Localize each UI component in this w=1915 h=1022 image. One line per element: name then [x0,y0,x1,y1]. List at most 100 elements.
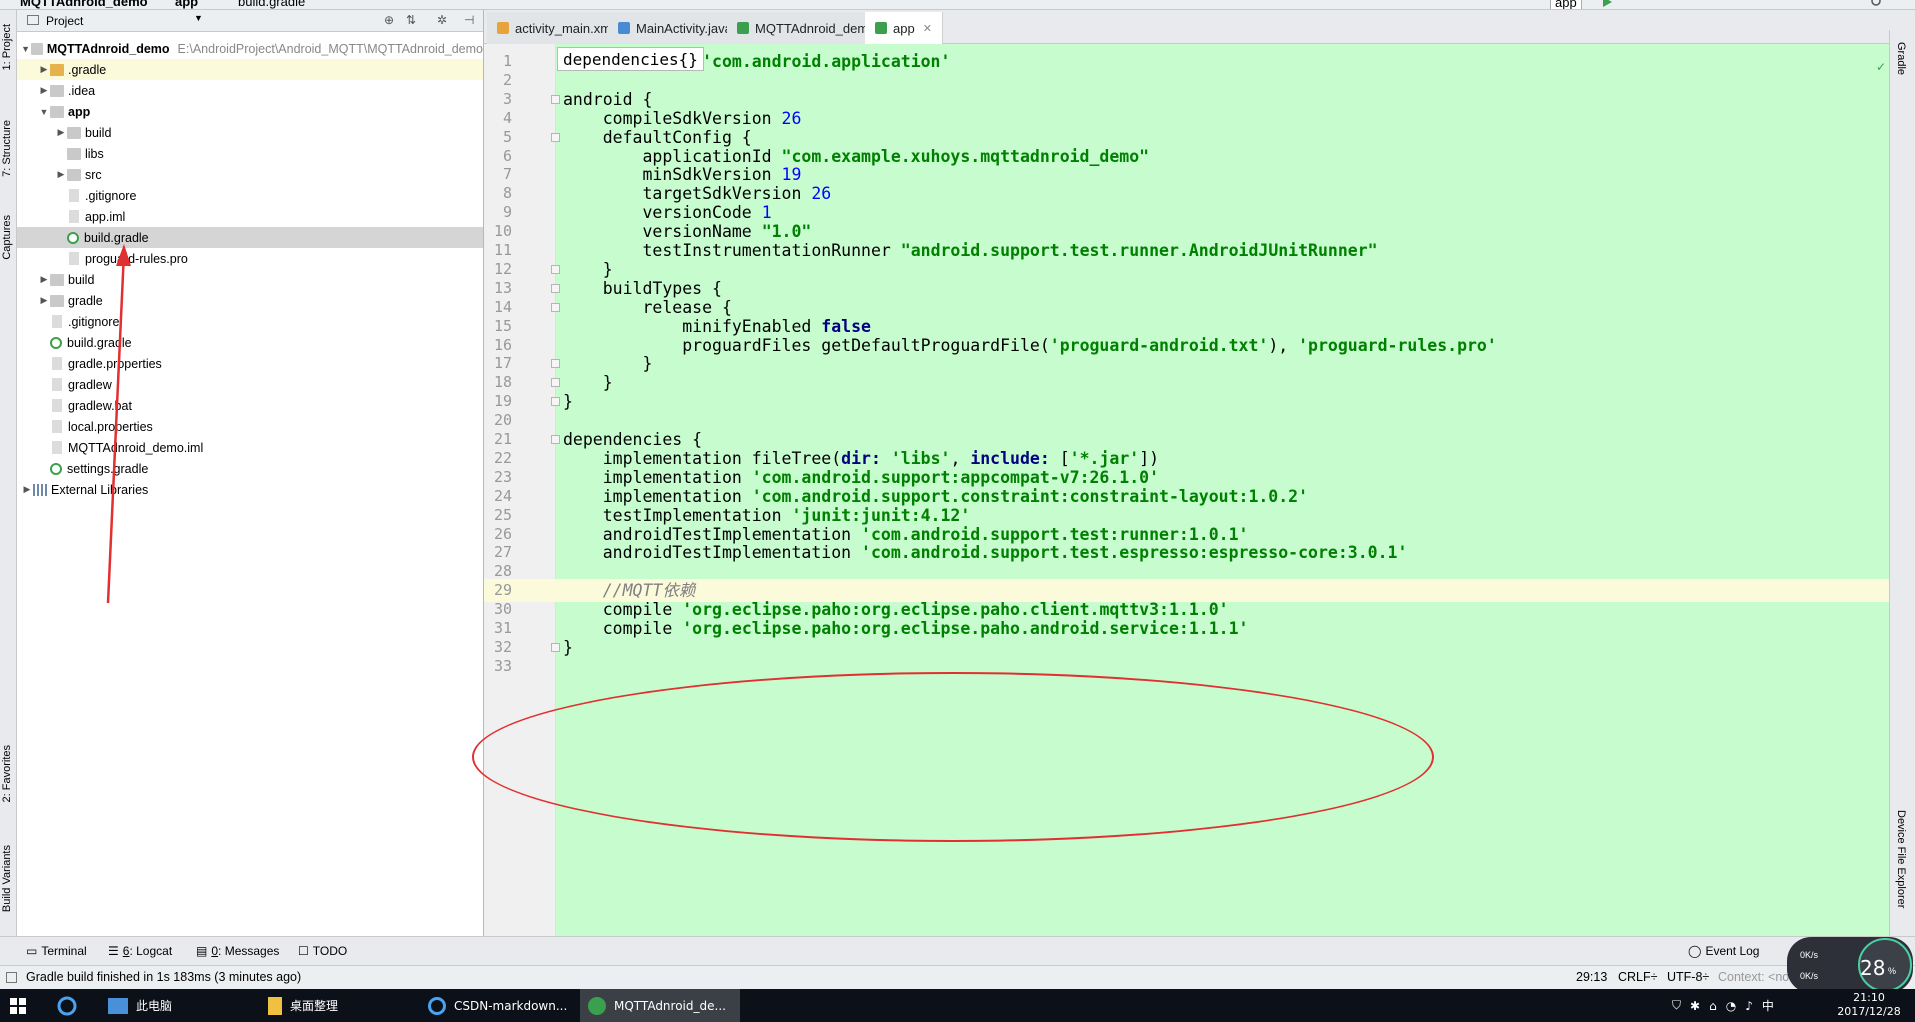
check-icon: ✓ [1876,60,1887,74]
folder-icon [50,84,64,97]
tree-item[interactable]: MQTTAdnroid_demo.iml [17,437,483,458]
tab-messages[interactable]: ▤ 0: Messages [196,944,279,958]
nav-project[interactable]: MQTTAdnroid_demo [20,0,148,9]
tree-item[interactable]: ▼ MQTTAdnroid_demo E:\AndroidProject\Andro… [17,38,483,59]
tree-item[interactable]: ▶ External Libraries [17,479,483,500]
tree-item[interactable]: .gitignore [17,311,483,332]
tree-item[interactable]: libs [17,143,483,164]
navigation-bar: MQTTAdnroid_demo app build.gradle app [0,0,1915,10]
collapse-arrow-icon[interactable]: ▶ [38,274,50,285]
fold-marker-icon[interactable] [551,264,560,274]
shield-icon[interactable]: ⛉ [1672,998,1681,1013]
file-icon [52,378,62,391]
collapse-icon[interactable]: ⇅ [406,13,416,27]
tree-item[interactable]: ▶ .gradle [17,59,483,80]
hide-icon[interactable]: ⊣ [464,13,474,27]
tree-item[interactable]: gradlew [17,374,483,395]
bluetooth-icon[interactable]: ✱ [1690,999,1700,1013]
fold-marker-icon[interactable] [551,132,560,142]
fold-marker-icon[interactable] [551,283,560,293]
tree-item[interactable]: app.iml [17,206,483,227]
folder-icon [67,126,81,139]
network-meter [1787,937,1913,993]
tab-project[interactable]: 1: Project [1,24,13,70]
collapse-arrow-icon[interactable]: ▶ [38,64,50,75]
tree-item[interactable]: ▼ app [17,101,483,122]
messages-icon: ▤ [196,944,208,958]
caret-position[interactable]: 29:13 [1576,970,1607,984]
fold-marker-icon[interactable] [551,302,560,312]
collapse-arrow-icon[interactable]: ▶ [38,295,50,306]
tab-structure[interactable]: 7: Structure [1,120,13,177]
taskbar-item-browser[interactable]: CSDN-markdown... [420,989,575,1022]
gradle-icon [50,462,62,475]
clock[interactable]: 21:10 2017/12/28 [1832,991,1906,1019]
fold-marker-icon[interactable] [551,378,560,388]
tree-item[interactable]: gradlew.bat [17,395,483,416]
fold-marker-icon[interactable] [551,94,560,104]
tab-gradle[interactable]: Gradle [1895,42,1907,75]
collapse-arrow-icon[interactable]: ▶ [38,85,50,96]
network-icon[interactable]: ⌂ [1709,999,1717,1013]
file-type-icon [618,22,630,34]
status-message[interactable]: Gradle build finished in 1s 183ms (3 min… [26,970,301,984]
fold-marker-icon[interactable] [551,397,560,407]
tab-device-file-explorer[interactable]: Device File Explorer [1895,810,1907,908]
close-icon[interactable]: ✕ [923,22,932,35]
tab-todo[interactable]: ☐ TODO [298,944,347,958]
fold-marker-icon[interactable] [551,642,560,652]
ime-indicator[interactable]: 中 [1762,997,1774,1014]
tree-item[interactable]: gradle.properties [17,353,483,374]
project-view-label[interactable]: Project [46,14,83,28]
file-encoding[interactable]: UTF-8÷ [1667,970,1709,984]
tab-favorites[interactable]: 2: Favorites [1,745,13,802]
taskbar-item-computer[interactable]: 此电脑 [100,989,180,1022]
file-type-icon [497,22,509,34]
tree-item-label: .gitignore [85,188,137,203]
tree-item[interactable]: proguard-rules.pro [17,248,483,269]
event-log-button[interactable]: ◯ Event Log [1688,944,1759,958]
wifi-icon[interactable]: ◔ [1726,999,1736,1013]
expand-arrow-icon[interactable]: ▼ [20,44,30,54]
taskbar-item-desktop[interactable]: 桌面整理 [260,989,346,1022]
tree-item[interactable]: settings.gradle [17,458,483,479]
gear-icon[interactable]: ✲ [437,13,447,27]
fold-marker-icon[interactable] [551,359,560,369]
sync-icon[interactable]: ⊕ [384,13,394,27]
run-icon[interactable] [1600,0,1614,9]
fold-marker-icon[interactable] [551,435,560,444]
tab-build-variants[interactable]: Build Variants [1,845,13,912]
chevron-down-icon[interactable]: ▼ [194,13,203,23]
tree-item[interactable]: ▶ gradle [17,290,483,311]
run-config-select[interactable]: app [1550,0,1582,9]
line-separator[interactable]: CRLF÷ [1618,970,1658,984]
collapse-arrow-icon[interactable]: ▶ [21,484,33,495]
tree-item[interactable]: ▶ build [17,269,483,290]
tree-item[interactable]: .gitignore [17,185,483,206]
meter-upload: 0K/s [1800,950,1819,960]
nav-file[interactable]: build.gradle [238,0,305,9]
windows-start-icon[interactable] [10,998,26,1014]
tab-terminal[interactable]: ▭ Terminal [26,944,87,958]
nav-module[interactable]: app [175,0,198,9]
tree-item[interactable]: ▶ build [17,122,483,143]
tree-item[interactable]: ▶ .idea [17,80,483,101]
search-icon[interactable] [56,995,78,1017]
editor-tab[interactable]: app ✕ [865,12,943,44]
taskbar-item-android-studio[interactable]: MQTTAdnroid_de... [580,989,740,1022]
tree-item[interactable]: ▶ src [17,164,483,185]
computer-icon [108,997,128,1014]
tree-item[interactable]: build.gradle [17,332,483,353]
search-icon[interactable] [1870,0,1884,9]
expand-arrow-icon[interactable]: ▼ [38,107,50,117]
code-line[interactable]: 33 [484,655,1889,678]
file-icon [52,441,62,454]
collapse-arrow-icon[interactable]: ▶ [55,127,67,138]
tab-captures[interactable]: Captures [1,215,13,260]
volume-icon[interactable]: ♪ [1745,999,1753,1013]
tree-item[interactable]: local.properties [17,416,483,437]
tree-item[interactable]: build.gradle [17,227,483,248]
tree-item-label: MQTTAdnroid_demo [46,41,170,56]
collapse-arrow-icon[interactable]: ▶ [55,169,67,180]
tab-logcat[interactable]: ☰ 6: Logcat [108,944,172,958]
